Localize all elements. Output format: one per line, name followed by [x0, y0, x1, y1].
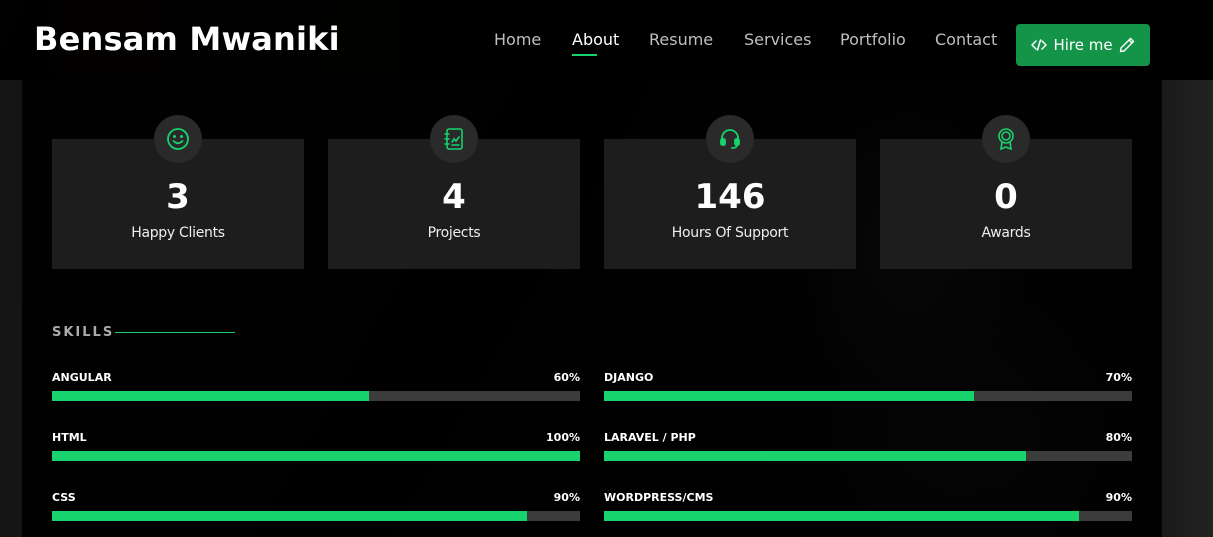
skills-heading: SKILLS: [52, 325, 115, 340]
count-number: 0: [994, 177, 1018, 217]
skill-progress-fill: [604, 511, 1080, 521]
skill-progress-fill: [52, 511, 528, 521]
skill-css: CSS 90%: [52, 491, 580, 531]
count-label: Projects: [427, 225, 481, 241]
count-label: Happy Clients: [131, 225, 225, 241]
nav-about[interactable]: About: [572, 30, 620, 56]
skill-name: LARAVEL / PHP: [604, 431, 696, 444]
headset-icon: [706, 115, 754, 163]
hire-me-button[interactable]: Hire me: [1016, 24, 1150, 66]
skill-progress-track: [604, 391, 1132, 401]
skills-heading-line: [115, 332, 235, 333]
skill-angular: ANGULAR 60%: [52, 371, 580, 411]
skill-progress-fill: [52, 391, 369, 401]
site-logo[interactable]: Bensam Mwaniki: [34, 20, 340, 58]
skill-progress-track: [52, 391, 580, 401]
nav-portfolio[interactable]: Portfolio: [840, 30, 906, 49]
skill-name: CSS: [52, 491, 76, 504]
count-number: 3: [166, 177, 190, 217]
skill-value: 90%: [1105, 491, 1132, 504]
skill-laravel-php: LARAVEL / PHP 80%: [604, 431, 1132, 471]
skill-name: WORDPRESS/CMS: [604, 491, 714, 504]
skill-progress-track: [52, 451, 580, 461]
count-number: 4: [442, 177, 466, 217]
code-icon: [1031, 39, 1048, 51]
skill-django: DJANGO 70%: [604, 371, 1132, 411]
skill-progress-track: [52, 511, 580, 521]
nav-resume[interactable]: Resume: [649, 30, 713, 49]
site-header: Bensam Mwaniki Home About Resume Service…: [0, 0, 1213, 80]
nav-active-underline: [572, 54, 597, 56]
skill-progress-track: [604, 451, 1132, 461]
pencil-icon: [1119, 37, 1134, 53]
nav-services[interactable]: Services: [744, 30, 811, 49]
smiley-icon: [154, 115, 202, 163]
award-icon: [982, 115, 1030, 163]
skill-progress-fill: [604, 451, 1027, 461]
skill-value: 70%: [1105, 371, 1132, 384]
nav-about-label: About: [572, 30, 620, 49]
count-number: 146: [694, 177, 766, 217]
nav-home[interactable]: Home: [494, 30, 541, 49]
count-label: Awards: [981, 225, 1031, 241]
nav-contact[interactable]: Contact: [935, 30, 997, 49]
skill-value: 90%: [553, 491, 580, 504]
skill-value: 100%: [546, 431, 580, 444]
skill-name: HTML: [52, 431, 87, 444]
skill-value: 80%: [1105, 431, 1132, 444]
skill-progress-fill: [52, 451, 580, 461]
skill-name: ANGULAR: [52, 371, 112, 384]
skill-progress-fill: [604, 391, 974, 401]
background-edge-left: [0, 80, 22, 537]
skill-progress-track: [604, 511, 1132, 521]
skill-html: HTML 100%: [52, 431, 580, 471]
hire-me-label: Hire me: [1053, 36, 1113, 54]
count-label: Hours Of Support: [671, 225, 789, 241]
skill-value: 60%: [553, 371, 580, 384]
background-edge-right: [1161, 80, 1213, 537]
journal-icon: [430, 115, 478, 163]
skill-wordpress-cms: WORDPRESS/CMS 90%: [604, 491, 1132, 531]
skill-name: DJANGO: [604, 371, 654, 384]
